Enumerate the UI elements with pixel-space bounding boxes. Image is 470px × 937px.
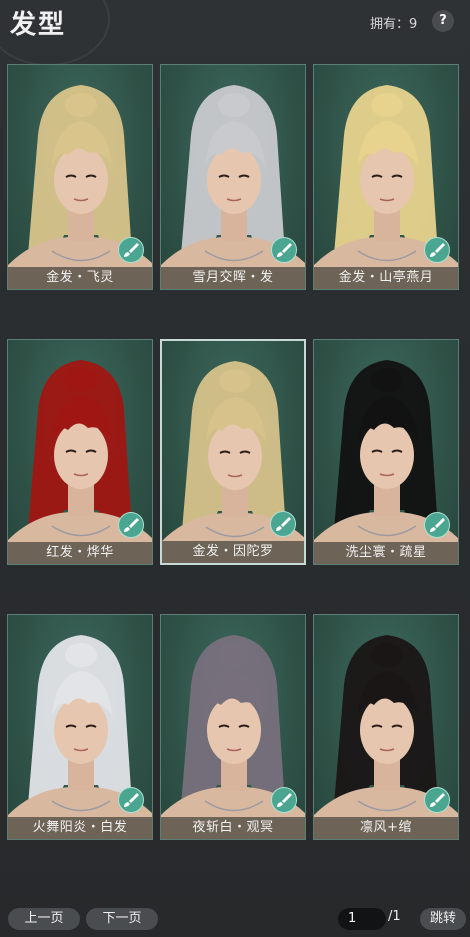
top-knot: [65, 643, 97, 667]
page-total: /1: [388, 909, 401, 924]
face: [360, 421, 414, 489]
dye-brush-icon[interactable]: [271, 787, 297, 813]
brush-glyph: [430, 518, 445, 532]
brush-glyph: [124, 793, 139, 807]
dye-brush-icon[interactable]: [118, 512, 144, 538]
dye-brush-icon[interactable]: [424, 512, 450, 538]
page-number-input[interactable]: 1: [338, 908, 386, 930]
top-knot: [219, 369, 251, 393]
hairstyle-name: 雪月交晖・发: [161, 267, 305, 289]
hairstyle-name: 金发・山亭燕月: [314, 267, 458, 289]
hairstyle-grid: 金发・飞灵 雪月交晖・发 金发・山亭燕月 红发・烨华 金发・因陀罗 洗尘寰・疏星: [0, 0, 470, 937]
dye-brush-icon[interactable]: [424, 237, 450, 263]
pagination: 上一页 下一页 1 /1 跳转: [0, 900, 470, 937]
hairstyle-card[interactable]: 金发・飞灵: [7, 64, 153, 290]
hairstyle-name: 金发・因陀罗: [162, 541, 304, 563]
face: [208, 422, 262, 490]
next-page-button[interactable]: 下一页: [86, 908, 158, 930]
dye-brush-icon[interactable]: [424, 787, 450, 813]
brush-glyph: [276, 517, 291, 531]
top-knot: [218, 643, 250, 667]
hairstyle-card[interactable]: 红发・烨华: [7, 339, 153, 565]
face: [207, 146, 261, 214]
face: [54, 146, 108, 214]
dye-brush-icon[interactable]: [118, 787, 144, 813]
hairstyle-panel: 发型 拥有：9 ? 金发・飞灵 雪月交晖・发 金发・山亭燕月 红发・烨华 金发・…: [0, 0, 470, 937]
top-knot: [371, 368, 403, 392]
dye-brush-icon[interactable]: [270, 511, 296, 537]
hairstyle-card[interactable]: 凛风+绾: [313, 614, 459, 840]
hairstyle-name: 火舞阳炎・白发: [8, 817, 152, 839]
hairstyle-card[interactable]: 夜斩白・观冥: [160, 614, 306, 840]
face: [360, 146, 414, 214]
face: [360, 696, 414, 764]
top-knot: [65, 368, 97, 392]
top-knot: [218, 93, 250, 117]
brush-glyph: [124, 518, 139, 532]
brush-glyph: [277, 243, 292, 257]
hairstyle-name: 洗尘寰・疏星: [314, 542, 458, 564]
hairstyle-card[interactable]: 金发・因陀罗: [160, 339, 306, 565]
hairstyle-name: 凛风+绾: [314, 817, 458, 839]
brush-glyph: [430, 793, 445, 807]
top-knot: [371, 643, 403, 667]
top-knot: [65, 93, 97, 117]
hairstyle-name: 金发・飞灵: [8, 267, 152, 289]
brush-glyph: [430, 243, 445, 257]
hairstyle-card[interactable]: 雪月交晖・发: [160, 64, 306, 290]
dye-brush-icon[interactable]: [118, 237, 144, 263]
hairstyle-card[interactable]: 洗尘寰・疏星: [313, 339, 459, 565]
hairstyle-name: 红发・烨华: [8, 542, 152, 564]
hairstyle-card[interactable]: 金发・山亭燕月: [313, 64, 459, 290]
face: [54, 696, 108, 764]
dye-brush-icon[interactable]: [271, 237, 297, 263]
face: [54, 421, 108, 489]
top-knot: [371, 93, 403, 117]
face: [207, 696, 261, 764]
jump-button[interactable]: 跳转: [420, 908, 466, 930]
brush-glyph: [124, 243, 139, 257]
hairstyle-name: 夜斩白・观冥: [161, 817, 305, 839]
brush-glyph: [277, 793, 292, 807]
prev-page-button[interactable]: 上一页: [8, 908, 80, 930]
hairstyle-card[interactable]: 火舞阳炎・白发: [7, 614, 153, 840]
